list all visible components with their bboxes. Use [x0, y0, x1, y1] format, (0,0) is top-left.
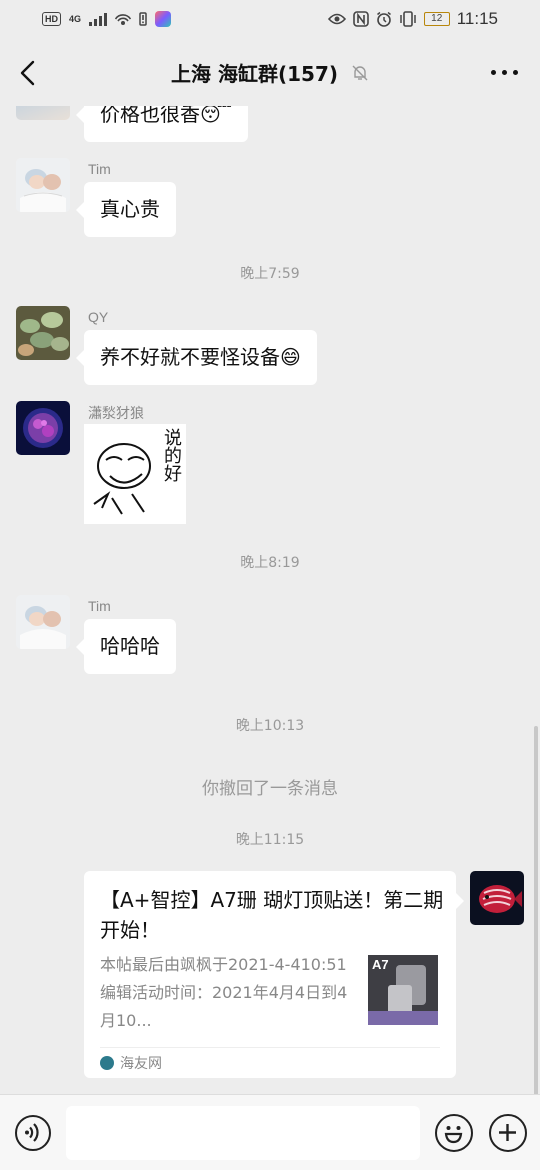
avatar[interactable] — [16, 106, 70, 120]
emoji-button[interactable] — [435, 1114, 473, 1152]
scrollbar[interactable] — [534, 726, 538, 1094]
message-bubble[interactable]: 真心贵 — [76, 182, 176, 237]
nfc-icon — [352, 11, 369, 27]
message-bubble[interactable]: 养不好就不要怪设备😄 — [76, 330, 317, 385]
avatar[interactable] — [16, 158, 70, 212]
fish-photo-icon — [470, 871, 524, 925]
source-logo-icon — [100, 1056, 114, 1070]
sender-name: 瀟湬犲狼 — [88, 405, 144, 421]
my-avatar[interactable] — [470, 871, 524, 925]
sender-name: Tim — [88, 161, 111, 177]
link-card-title: 【A+智控】A7珊 瑚灯顶贴送！第二期开始！ — [100, 888, 444, 942]
more-dot-icon — [513, 70, 518, 75]
divider — [100, 1047, 440, 1048]
input-bar — [0, 1094, 540, 1170]
signal-icon — [89, 12, 108, 26]
sender-name: QY — [88, 309, 109, 325]
baby-photo-icon — [16, 595, 70, 649]
link-card-source: 海友网 — [100, 1053, 162, 1073]
voice-button[interactable] — [15, 1115, 51, 1151]
sticker-image[interactable]: 说的好 — [84, 424, 186, 524]
timestamp: 晚上11:15 — [235, 832, 305, 848]
network-type: 4G — [69, 14, 82, 24]
sticker-caption: 说的好 — [161, 428, 182, 482]
page-title: 上海 海缸群(157) — [171, 62, 339, 86]
system-message: 你撤回了一条消息 — [202, 779, 338, 799]
status-bar: HD 4G 12 11:15 — [0, 0, 540, 40]
more-dot-icon — [502, 70, 507, 75]
mute-bell-icon — [352, 65, 368, 80]
eye-icon — [327, 13, 346, 25]
chat-header: 上海 海缸群(157) — [0, 40, 540, 106]
timestamp: 晚上10:13 — [235, 718, 305, 734]
chat-title-area[interactable]: 上海 海缸群(157) — [0, 58, 540, 87]
avatar[interactable] — [16, 595, 70, 649]
sender-name: Tim — [88, 598, 111, 614]
succulent-photo-icon — [16, 306, 70, 360]
status-time: 11:15 — [456, 9, 498, 28]
avatar[interactable] — [16, 306, 70, 360]
alarm-icon — [376, 11, 391, 27]
thumbnail-label: A7 — [372, 957, 389, 972]
message-bubble[interactable]: 价格也很香😴 — [75, 106, 249, 142]
more-dot-icon — [491, 70, 496, 75]
link-card-thumbnail: A7 — [368, 955, 438, 1025]
hd-icon: HD — [42, 12, 61, 26]
more-button[interactable] — [491, 70, 518, 75]
message-bubble[interactable]: 哈哈哈 — [76, 619, 176, 674]
hotspot-icon — [115, 14, 132, 25]
message-input[interactable] — [66, 1106, 420, 1160]
timestamp: 晚上7:59 — [240, 266, 300, 282]
more-actions-button[interactable] — [489, 1114, 527, 1152]
timestamp: 晚上8:19 — [240, 555, 300, 571]
alert-icon — [139, 12, 147, 26]
vibrate-icon — [399, 11, 416, 27]
voice-icon — [25, 1123, 39, 1142]
avatar[interactable] — [16, 401, 70, 455]
coral-photo-icon — [16, 401, 70, 455]
message-list[interactable]: 价格也很香😴 Tim 真心贵 晚上7:59 QY 养不好就不要怪设备😄 瀟湬犲狼… — [0, 106, 540, 1094]
app-icon — [155, 11, 172, 27]
link-card[interactable]: 【A+智控】A7珊 瑚灯顶贴送！第二期开始！ 本帖最后由飒枫于2021-4-41… — [84, 871, 464, 1078]
link-card-description: 本帖最后由飒枫于2021-4-410:51编辑活动时间：2021年4月4日到4月… — [100, 955, 348, 1030]
battery-icon: 12 — [423, 12, 450, 26]
baby-photo-icon — [16, 158, 70, 212]
source-name: 海友网 — [120, 1056, 162, 1072]
plus-icon — [499, 1124, 516, 1141]
emoji-icon — [444, 1126, 463, 1144]
